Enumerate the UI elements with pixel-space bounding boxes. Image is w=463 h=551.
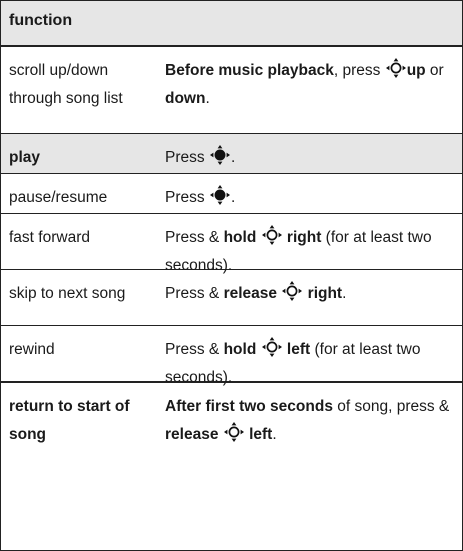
center-select-key-icon <box>209 145 230 165</box>
nav-key-icon <box>223 422 244 442</box>
table-row: play Press . <box>1 134 462 174</box>
description-cell: Press . <box>165 184 457 212</box>
description-text: Before music playback <box>165 62 334 79</box>
table-row: pause/resume Press . <box>1 174 462 214</box>
function-cell: play <box>9 149 41 166</box>
description-cell: Before music playback, press up or down. <box>165 57 457 113</box>
nav-key-icon <box>385 58 406 78</box>
description-cell: After first two seconds of song, press &… <box>165 393 457 449</box>
header-label: function <box>9 12 73 29</box>
table-row: return to start of song After first two s… <box>1 382 462 462</box>
table-row: scroll up/down through song list Before m… <box>1 47 462 134</box>
description-text: of song, press & <box>332 398 450 415</box>
description-text: right <box>307 285 343 302</box>
description-text: Press <box>165 189 209 206</box>
table-row: rewind Press & hold left (for at least tw… <box>1 326 462 386</box>
function-cell: pause/resume <box>9 189 108 206</box>
description-text: , press <box>333 62 385 79</box>
description-text: left <box>249 426 273 443</box>
function-cell: return to start of song <box>9 398 130 443</box>
center-select-key-icon <box>209 185 230 205</box>
description-text: hold <box>223 229 257 246</box>
description-text: up <box>406 62 426 79</box>
table-header: function <box>1 0 462 47</box>
description-text: left <box>286 341 311 358</box>
function-cell: fast forward <box>9 229 90 246</box>
description-cell: Press & release right. <box>165 280 457 308</box>
description-text: right <box>286 229 322 246</box>
nav-key-icon <box>261 337 282 357</box>
function-cell: rewind <box>9 341 55 358</box>
description-text: hold <box>223 341 257 358</box>
description-text: . <box>230 189 236 206</box>
description-text <box>256 229 260 246</box>
description-text: After first two seconds <box>165 398 333 415</box>
description-text <box>218 426 222 443</box>
description-text: release <box>223 285 278 302</box>
description-text: . <box>272 426 277 443</box>
table-body: scroll up/down through song list Before m… <box>1 47 462 462</box>
description-text: . <box>230 149 236 166</box>
description-text: . <box>205 90 210 107</box>
description-text: Press <box>165 149 209 166</box>
function-cell: skip to next song <box>9 285 126 302</box>
music-controls-table: function scroll up/down through song lis… <box>0 0 463 551</box>
description-text <box>256 341 260 358</box>
description-text: Press & <box>165 229 224 246</box>
description-cell: Press . <box>165 144 457 172</box>
description-text: Press & <box>165 285 224 302</box>
table-row: fast forward Press & hold right (for at l… <box>1 214 462 274</box>
description-text: . <box>342 285 347 302</box>
function-cell: scroll up/down through song list <box>9 62 123 107</box>
description-text: release <box>165 426 219 443</box>
description-text <box>277 285 281 302</box>
description-text: Press & <box>165 341 224 358</box>
nav-key-icon <box>261 225 282 245</box>
nav-key-icon <box>282 281 303 301</box>
table-row: skip to next song Press & release right. <box>1 270 462 326</box>
description-text: down <box>165 90 206 107</box>
description-text: or <box>425 62 444 79</box>
